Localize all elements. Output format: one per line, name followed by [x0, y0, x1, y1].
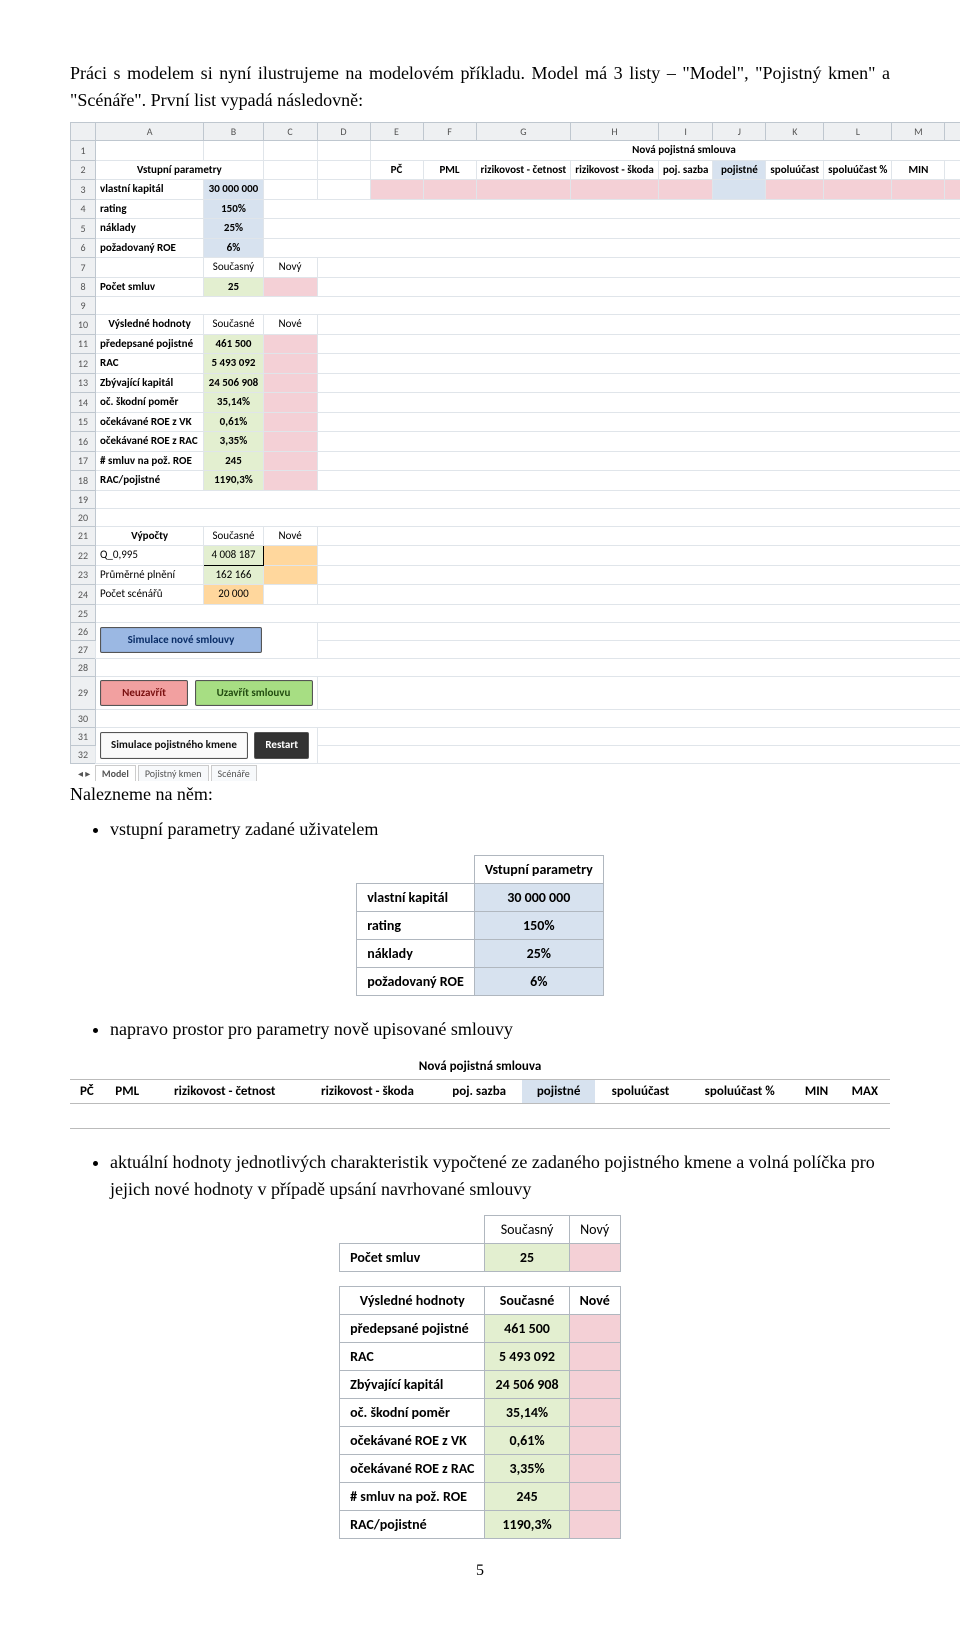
spreadsheet-model: AB CD EF GH IJ KL MN 1 Nová pojistná sml… — [70, 122, 960, 764]
no-close-button[interactable]: Neuzavřít — [100, 680, 188, 707]
close-contract-button[interactable]: Uzavřít smlouvu — [195, 680, 313, 707]
bullet-2: napravo prostor pro parametry nově upiso… — [110, 1016, 890, 1043]
bullet-1: vstupní parametry zadané uživatelem — [110, 816, 890, 843]
sheet-tabs[interactable]: ◂ ▸ ModelPojistný kmenScénáře — [70, 766, 890, 781]
pojistne-hdr: pojistné — [713, 160, 766, 180]
new-contract-header-row: Nová pojistná smlouva PČ PML rizikovost … — [70, 1055, 890, 1129]
input-params-table: Vstupní parametry vlastní kapitál30 000 … — [356, 855, 604, 996]
page-number: 5 — [70, 1559, 890, 1583]
results-table: SoučasnýNový Počet smluv25 Výsledné hodn… — [339, 1215, 621, 1539]
input-params-title: Vstupní parametry — [96, 160, 264, 180]
new-contract-title: Nová pojistná smlouva — [370, 141, 960, 161]
sim-kmen-button[interactable]: Simulace pojistného kmene — [100, 732, 248, 759]
intro-paragraph: Práci s modelem si nyní ilustrujeme na m… — [70, 60, 890, 114]
bullet-3: aktuální hodnoty jednotlivých charakteri… — [110, 1149, 890, 1203]
sim-new-button[interactable]: Simulace nové smlouvy — [100, 627, 262, 654]
restart-button[interactable]: Restart — [254, 732, 309, 759]
find-heading: Nalezneme na něm: — [70, 781, 890, 808]
